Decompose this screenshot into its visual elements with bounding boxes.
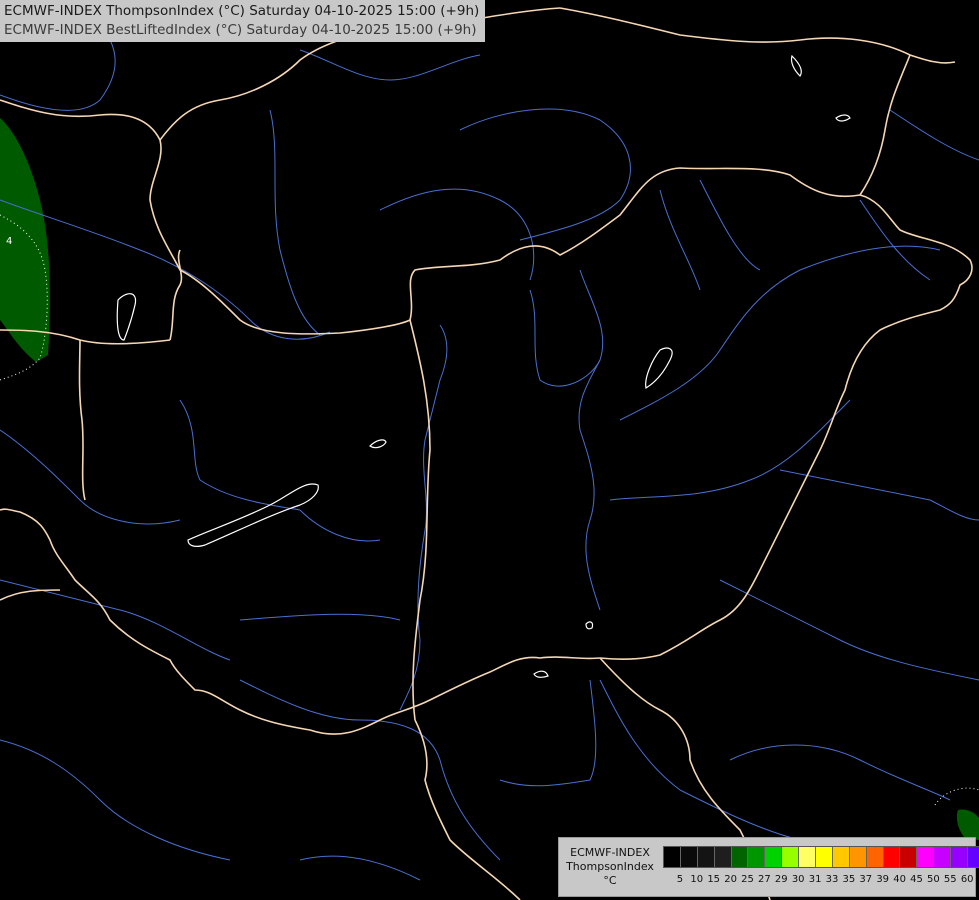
legend-tick: 40 xyxy=(893,874,906,885)
legend-model-name: ECMWF-INDEX xyxy=(570,846,650,859)
color-legend: ECMWF-INDEX ThompsonIndex °C 5 10 15 20 25 27… xyxy=(558,837,979,897)
legend-swatch xyxy=(765,847,783,867)
legend-swatch xyxy=(680,847,698,867)
legend-tick: 50 xyxy=(927,874,940,885)
legend-swatch xyxy=(782,847,800,867)
legend-swatch xyxy=(832,847,850,867)
legend-tick: 10 xyxy=(690,874,704,885)
legend-tick: 39 xyxy=(876,874,890,885)
legend-color-swatches xyxy=(663,846,979,868)
legend-label: ECMWF-INDEX ThompsonIndex °C xyxy=(563,846,657,888)
legend-swatch xyxy=(697,847,715,867)
title-line-thompson-index: ECMWF-INDEX ThompsonIndex (°C) Saturday … xyxy=(4,3,480,19)
legend-swatch xyxy=(816,847,833,867)
legend-swatch xyxy=(799,847,817,867)
legend-tick: 25 xyxy=(741,874,754,885)
legend-unit: °C xyxy=(603,874,617,887)
legend-parameter-name: ThompsonIndex xyxy=(566,860,654,873)
lake-neusiedl xyxy=(116,293,137,341)
legend-swatch xyxy=(849,847,867,867)
legend-swatch xyxy=(883,847,901,867)
legend-tick: 37 xyxy=(859,874,873,885)
legend-swatch xyxy=(968,847,979,867)
legend-tick: 5 xyxy=(676,874,684,885)
title-box: ECMWF-INDEX ThompsonIndex (°C) Saturday … xyxy=(0,0,486,42)
legend-tick: 27 xyxy=(758,874,771,885)
legend-swatch xyxy=(917,847,935,867)
legend-swatch xyxy=(866,847,884,867)
legend-tick: 55 xyxy=(943,874,957,885)
legend-tick: 29 xyxy=(774,874,788,885)
legend-tick: 15 xyxy=(707,874,721,885)
legend-tick: 45 xyxy=(910,874,923,885)
thompson-index-region-southeast xyxy=(956,809,979,840)
lake-tisza xyxy=(645,347,673,389)
map-canvas xyxy=(0,7,979,900)
legend-swatch xyxy=(951,847,969,867)
lake-balaton xyxy=(187,483,319,547)
legend-tick: 60 xyxy=(960,874,974,885)
country-borders xyxy=(0,7,973,900)
rivers xyxy=(0,39,979,881)
legend-tick: 31 xyxy=(808,874,822,885)
legend-tick: 33 xyxy=(825,874,839,885)
legend-swatch xyxy=(664,847,681,867)
legend-swatch xyxy=(731,847,749,867)
legend-swatch xyxy=(934,847,952,867)
legend-tick: 30 xyxy=(791,874,805,885)
contour-label: 4 xyxy=(6,236,13,247)
legend-tick: 20 xyxy=(724,874,737,885)
title-line-best-lifted-index: ECMWF-INDEX BestLiftedIndex (°C) Saturda… xyxy=(4,22,477,38)
lakes xyxy=(116,54,851,678)
legend-tick: 35 xyxy=(842,874,856,885)
legend-swatch xyxy=(714,847,732,867)
legend-swatch xyxy=(900,847,918,867)
legend-swatch xyxy=(748,847,766,867)
